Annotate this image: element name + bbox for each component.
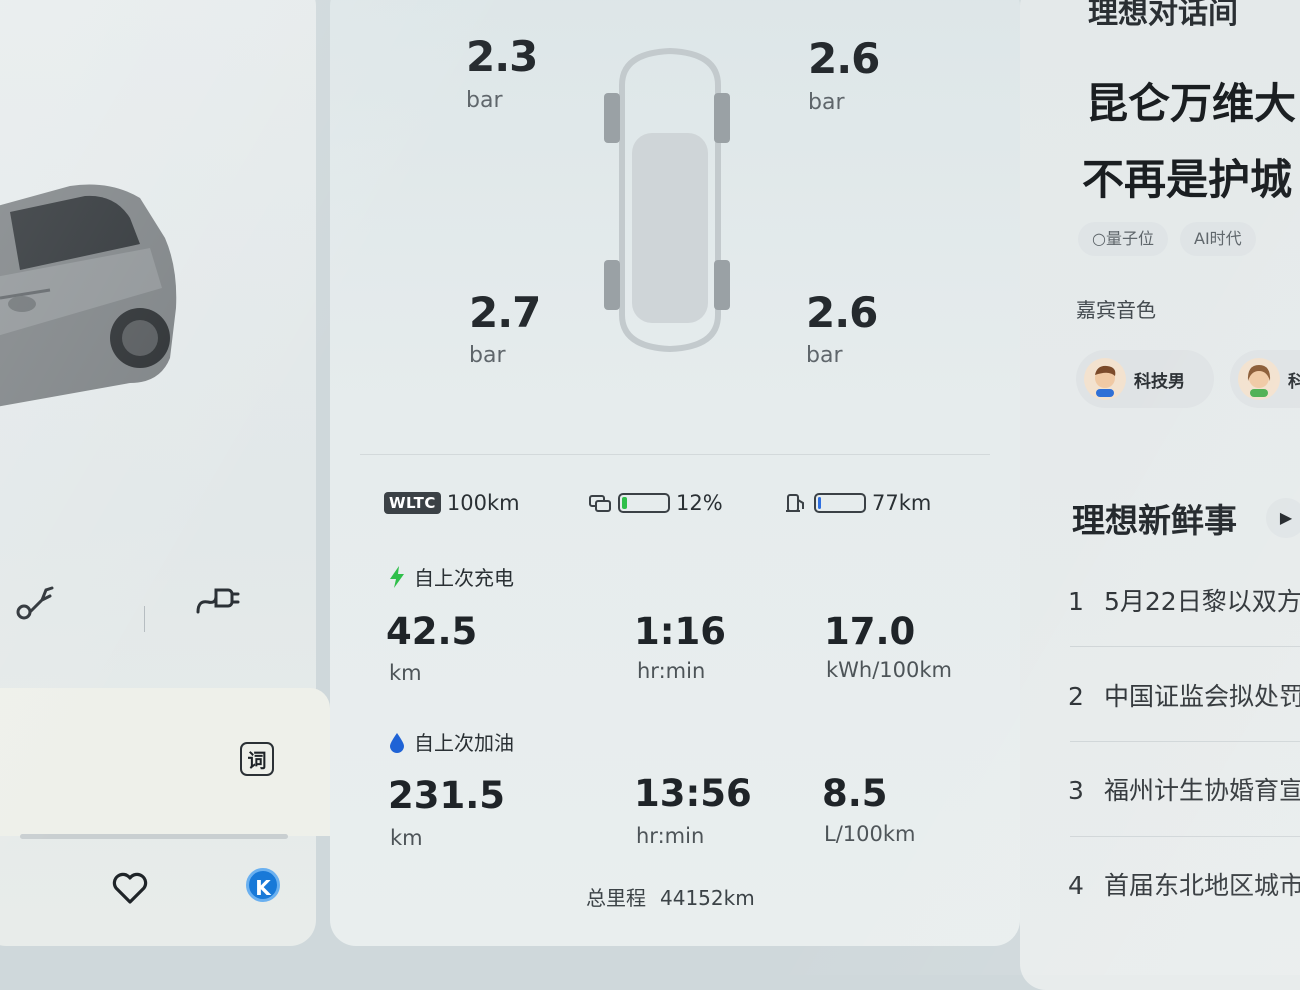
- charge-time-value: 1:16: [634, 610, 727, 653]
- refuel-time-unit: hr:min: [636, 824, 705, 848]
- avatar: [1238, 358, 1280, 400]
- tire-pressure-front-right: 2.6: [808, 34, 880, 83]
- news-item-number: 3: [1068, 776, 1084, 805]
- since-refuel-header: 自上次加油: [388, 727, 514, 756]
- battery-gauge: [618, 493, 670, 513]
- charge-consumption-unit: kWh/100km: [826, 658, 953, 682]
- voice-option-label: 科: [1288, 371, 1300, 392]
- car-topview-icon: [604, 47, 730, 353]
- news-section-title: 理想新鲜事: [1072, 501, 1237, 540]
- guest-voice-label: 嘉宾音色: [1076, 298, 1156, 322]
- fuel-pump-icon: [786, 494, 804, 512]
- odometer-label: 总里程: [586, 886, 646, 910]
- news-item-text: 福州计生协婚育宣: [1104, 776, 1300, 805]
- voice-option-2[interactable]: 科: [1230, 350, 1300, 408]
- headline-line-2[interactable]: 不再是护城: [1082, 146, 1292, 207]
- voice-option-label: 科技男: [1134, 371, 1185, 392]
- since-charge-header: 自上次充电: [388, 562, 514, 591]
- refuel-time-value: 13:56: [634, 772, 752, 815]
- fuel-drop-icon: [390, 732, 404, 753]
- tire-pressure-unit: bar: [469, 343, 506, 368]
- news-divider: [1070, 836, 1300, 837]
- news-item[interactable]: 3 福州计生协婚育宣: [1068, 771, 1300, 807]
- news-item-number: 4: [1068, 871, 1084, 900]
- wltc-range-value: 100km: [446, 491, 520, 515]
- charge-distance-unit: km: [389, 661, 422, 685]
- since-refuel-title: 自上次加油: [414, 731, 514, 755]
- vehicle-image: [0, 184, 177, 407]
- fuel-gauge: [814, 493, 866, 513]
- charge-distance-value: 42.5: [386, 610, 478, 653]
- odometer-value: 44152km: [660, 886, 755, 910]
- odometer: 总里程 44152km: [586, 882, 755, 911]
- topic-tag[interactable]: AI时代: [1180, 222, 1256, 256]
- fuel-range: 77km: [872, 491, 932, 515]
- heart-icon[interactable]: [108, 866, 152, 910]
- tire-pressure-rear-left: 2.7: [469, 288, 541, 337]
- dialog-room-title[interactable]: 理想对话间: [1088, 0, 1238, 32]
- news-item[interactable]: 4 首届东北地区城市: [1068, 866, 1300, 902]
- tire-pressure-front-left: 2.3: [466, 32, 538, 81]
- charge-plug-icon[interactable]: [194, 578, 240, 622]
- tire-pressure-unit: bar: [466, 88, 503, 113]
- battery-status: 12%: [588, 488, 723, 518]
- section-divider: [360, 454, 990, 455]
- news-item-number: 1: [1068, 587, 1084, 616]
- headline-line-1[interactable]: 昆仑万维大: [1086, 70, 1296, 131]
- lightning-icon: [390, 565, 404, 588]
- input-underline: [20, 834, 288, 839]
- news-item-text: 中国证监会拟处罚: [1104, 682, 1300, 711]
- source-tag-label: 量子位: [1105, 229, 1154, 248]
- battery-gauge-fill: [622, 497, 628, 509]
- refuel-consumption-unit: L/100km: [824, 822, 916, 846]
- news-item-number: 2: [1068, 682, 1084, 711]
- battery-percent: 12%: [676, 491, 723, 515]
- source-tag[interactable]: ○量子位: [1078, 222, 1168, 256]
- refuel-consumption-value: 8.5: [822, 772, 888, 815]
- fuel-status: 77km: [784, 488, 931, 518]
- play-icon[interactable]: ▶: [1266, 498, 1300, 538]
- tow-hook-icon[interactable]: [12, 578, 56, 622]
- news-divider: [1070, 646, 1300, 647]
- battery-pack-icon: [589, 495, 611, 512]
- wltc-badge: WLTC: [384, 492, 441, 514]
- wltc-range: WLTC 100km: [384, 488, 520, 518]
- charge-time-unit: hr:min: [637, 659, 706, 683]
- tire-pressure-unit: bar: [806, 343, 843, 368]
- refuel-distance-unit: km: [390, 826, 423, 850]
- tire-pressure-unit: bar: [808, 90, 845, 115]
- news-item-text: 5月22日黎以双方: [1104, 587, 1300, 616]
- news-divider: [1070, 741, 1300, 742]
- source-tag-icon: ○: [1092, 229, 1106, 248]
- dictionary-icon[interactable]: 词: [240, 742, 274, 776]
- news-item-text: 首届东北地区城市: [1104, 871, 1300, 900]
- fuel-gauge-fill: [818, 497, 821, 509]
- input-card[interactable]: [0, 688, 330, 836]
- control-divider: [144, 606, 145, 632]
- charge-consumption-value: 17.0: [824, 610, 916, 653]
- refuel-distance-value: 231.5: [388, 774, 506, 817]
- avatar: [1084, 358, 1126, 400]
- news-item[interactable]: 1 5月22日黎以双方: [1068, 582, 1300, 618]
- voice-option-1[interactable]: 科技男: [1076, 350, 1214, 408]
- k-app-icon[interactable]: K: [246, 868, 280, 902]
- since-charge-title: 自上次充电: [414, 566, 514, 590]
- news-item[interactable]: 2 中国证监会拟处罚: [1068, 677, 1300, 713]
- tire-pressure-rear-right: 2.6: [806, 288, 878, 337]
